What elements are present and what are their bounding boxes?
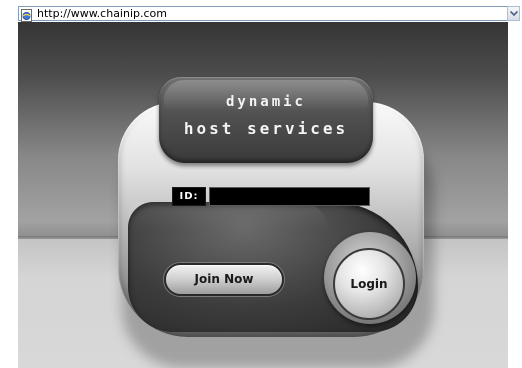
id-input[interactable] (209, 187, 370, 206)
login-label[interactable]: Login (333, 248, 405, 320)
page-viewport: dynamic host services ID: Join Now Login (18, 22, 508, 368)
title-dynamic: dynamic (225, 94, 306, 110)
url-text[interactable]: http://www.chainip.com (37, 6, 167, 21)
ie-page-icon (20, 7, 33, 22)
chevron-down-icon[interactable] (507, 6, 520, 21)
panel-sheen (128, 202, 328, 230)
title-host-services: host services (183, 119, 349, 138)
browser-window: http://www.chainip.com dynamic host serv… (0, 0, 522, 368)
join-now-label[interactable]: Join Now (164, 263, 284, 296)
id-label: ID: (179, 191, 199, 202)
address-bar: http://www.chainip.com (0, 0, 522, 22)
